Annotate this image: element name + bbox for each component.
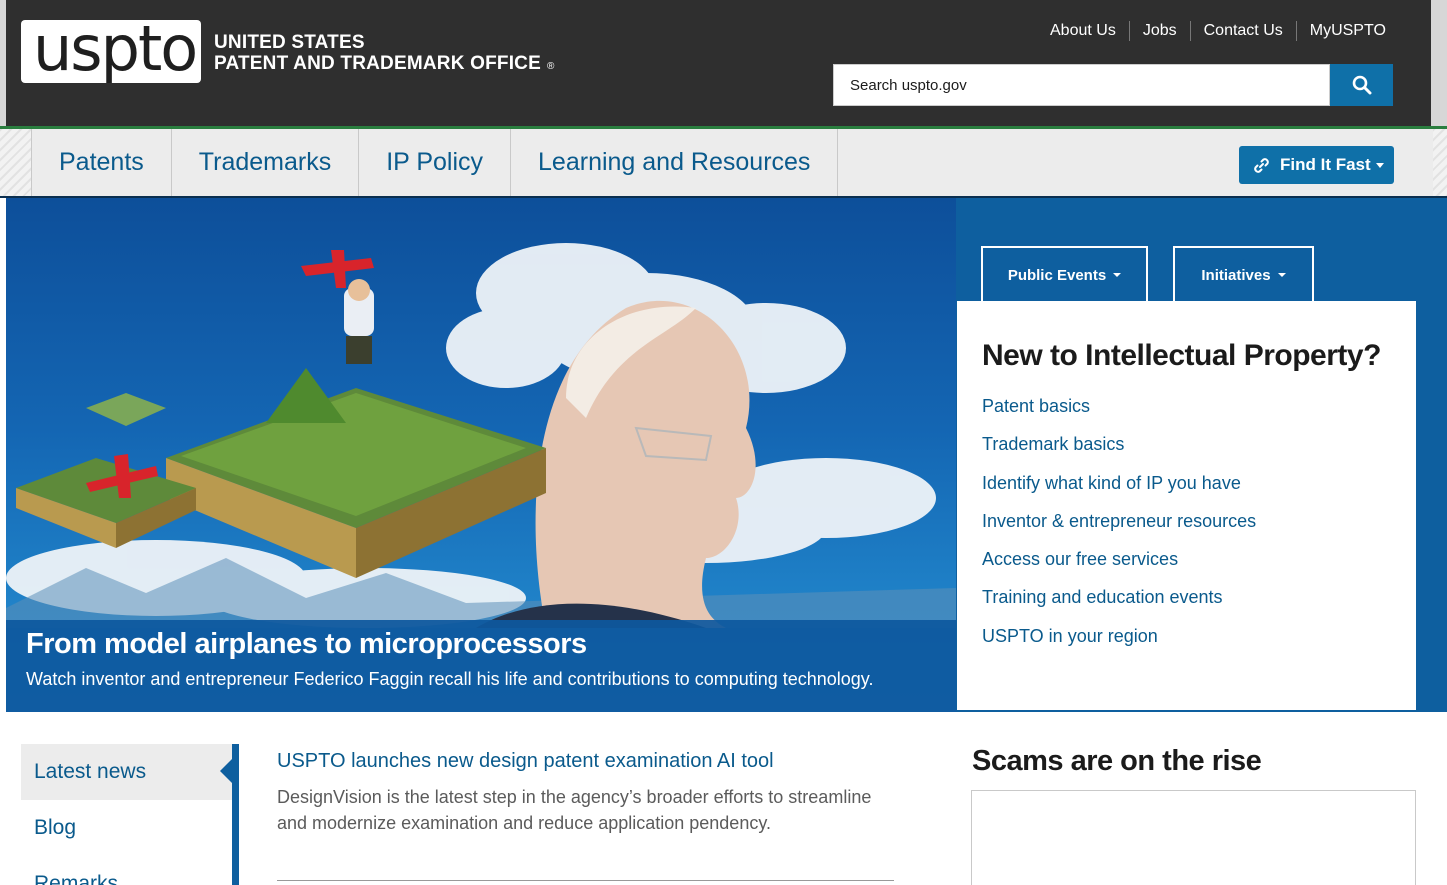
agency-line-2: PATENT AND TRADEMARK OFFICE xyxy=(214,53,541,74)
scams-heading: Scams are on the rise xyxy=(972,745,1262,777)
tab-remarks-label: Remarks xyxy=(34,872,119,885)
new-to-ip-card: New to Intellectual Property? Patent bas… xyxy=(957,301,1416,710)
news-headline-link[interactable]: USPTO launches new design patent examina… xyxy=(277,750,774,773)
main-nav: Patents Trademarks IP Policy Learning an… xyxy=(0,126,1447,198)
site-header: uspto UNITED STATES PATENT AND TRADEMARK… xyxy=(0,0,1447,126)
free-services-link[interactable]: Access our free services xyxy=(982,549,1256,587)
find-it-fast-label: Find It Fast xyxy=(1280,155,1371,174)
registered-mark: ® xyxy=(546,61,555,72)
about-us-link[interactable]: About Us xyxy=(1037,21,1129,41)
utility-nav: About Us Jobs Contact Us MyUSPTO xyxy=(1037,21,1399,41)
nav-pattern xyxy=(0,129,31,196)
hero-title[interactable]: From model airplanes to microprocessors xyxy=(26,628,587,661)
scams-content-box xyxy=(971,790,1416,885)
hero-feature[interactable]: From model airplanes to microprocessors … xyxy=(6,198,956,712)
hero-caption: From model airplanes to microprocessors … xyxy=(6,620,956,712)
tab-latest-news-label: Latest news xyxy=(34,760,147,783)
myuspto-link[interactable]: MyUSPTO xyxy=(1295,21,1399,41)
hero-subtitle: Watch inventor and entrepreneur Federico… xyxy=(26,669,874,689)
public-events-tab[interactable]: Public Events xyxy=(981,246,1148,302)
uspto-region-link[interactable]: USPTO in your region xyxy=(982,626,1256,664)
ip-panel: Public Events Initiatives New to Intelle… xyxy=(956,198,1447,712)
logo-wordmark: uspto xyxy=(33,12,198,85)
initiatives-tab[interactable]: Initiatives xyxy=(1173,246,1314,302)
tab-blog[interactable]: Blog xyxy=(21,800,232,856)
jobs-link[interactable]: Jobs xyxy=(1128,21,1190,41)
ip-link-list: Patent basics Trademark basics Identify … xyxy=(982,396,1256,664)
header-edge xyxy=(1431,0,1447,126)
tab-latest-news[interactable]: Latest news xyxy=(21,744,232,800)
link-icon xyxy=(1254,157,1269,173)
find-it-fast-button[interactable]: Find It Fast xyxy=(1239,146,1394,184)
active-tab-pointer xyxy=(220,759,232,783)
nav-item-patents[interactable]: Patents xyxy=(32,129,172,196)
initiatives-label: Initiatives xyxy=(1201,266,1271,284)
caret-down-icon xyxy=(1113,273,1122,277)
main-nav-items: Patents Trademarks IP Policy Learning an… xyxy=(31,129,839,196)
uspto-logo[interactable]: uspto xyxy=(21,12,201,85)
caret-down-icon xyxy=(1375,162,1384,168)
trademark-basics-link[interactable]: Trademark basics xyxy=(982,434,1256,472)
nav-pattern xyxy=(1433,129,1447,196)
public-events-label: Public Events xyxy=(1007,266,1107,284)
contact-us-link[interactable]: Contact Us xyxy=(1189,21,1296,41)
search-button[interactable] xyxy=(1330,64,1393,106)
caret-down-icon xyxy=(1277,273,1286,277)
new-to-ip-heading: New to Intellectual Property? xyxy=(982,339,1381,372)
search-input[interactable] xyxy=(833,64,1330,106)
magnifier-icon xyxy=(1352,75,1371,95)
identify-ip-link[interactable]: Identify what kind of IP you have xyxy=(982,473,1256,511)
nav-item-trademarks[interactable]: Trademarks xyxy=(172,129,360,196)
inventor-resources-link[interactable]: Inventor & entrepreneur resources xyxy=(982,511,1256,549)
agency-name[interactable]: UNITED STATES PATENT AND TRADEMARK OFFIC… xyxy=(214,32,555,77)
tab-remarks[interactable]: Remarks xyxy=(21,856,232,885)
site-search xyxy=(833,64,1393,106)
header-edge xyxy=(0,0,6,126)
patent-basics-link[interactable]: Patent basics xyxy=(982,396,1256,434)
tab-blog-label: Blog xyxy=(34,816,77,839)
news-tab-divider xyxy=(232,744,239,885)
nav-item-ip-policy[interactable]: IP Policy xyxy=(359,129,512,196)
news-tabs: Latest news Blog Remarks xyxy=(21,744,232,885)
nav-item-learning-resources[interactable]: Learning and Resources xyxy=(511,129,839,196)
news-divider xyxy=(277,880,894,881)
news-description: DesignVision is the latest step in the a… xyxy=(277,787,872,833)
agency-line-1: UNITED STATES xyxy=(214,32,365,53)
training-events-link[interactable]: Training and education events xyxy=(982,587,1256,625)
